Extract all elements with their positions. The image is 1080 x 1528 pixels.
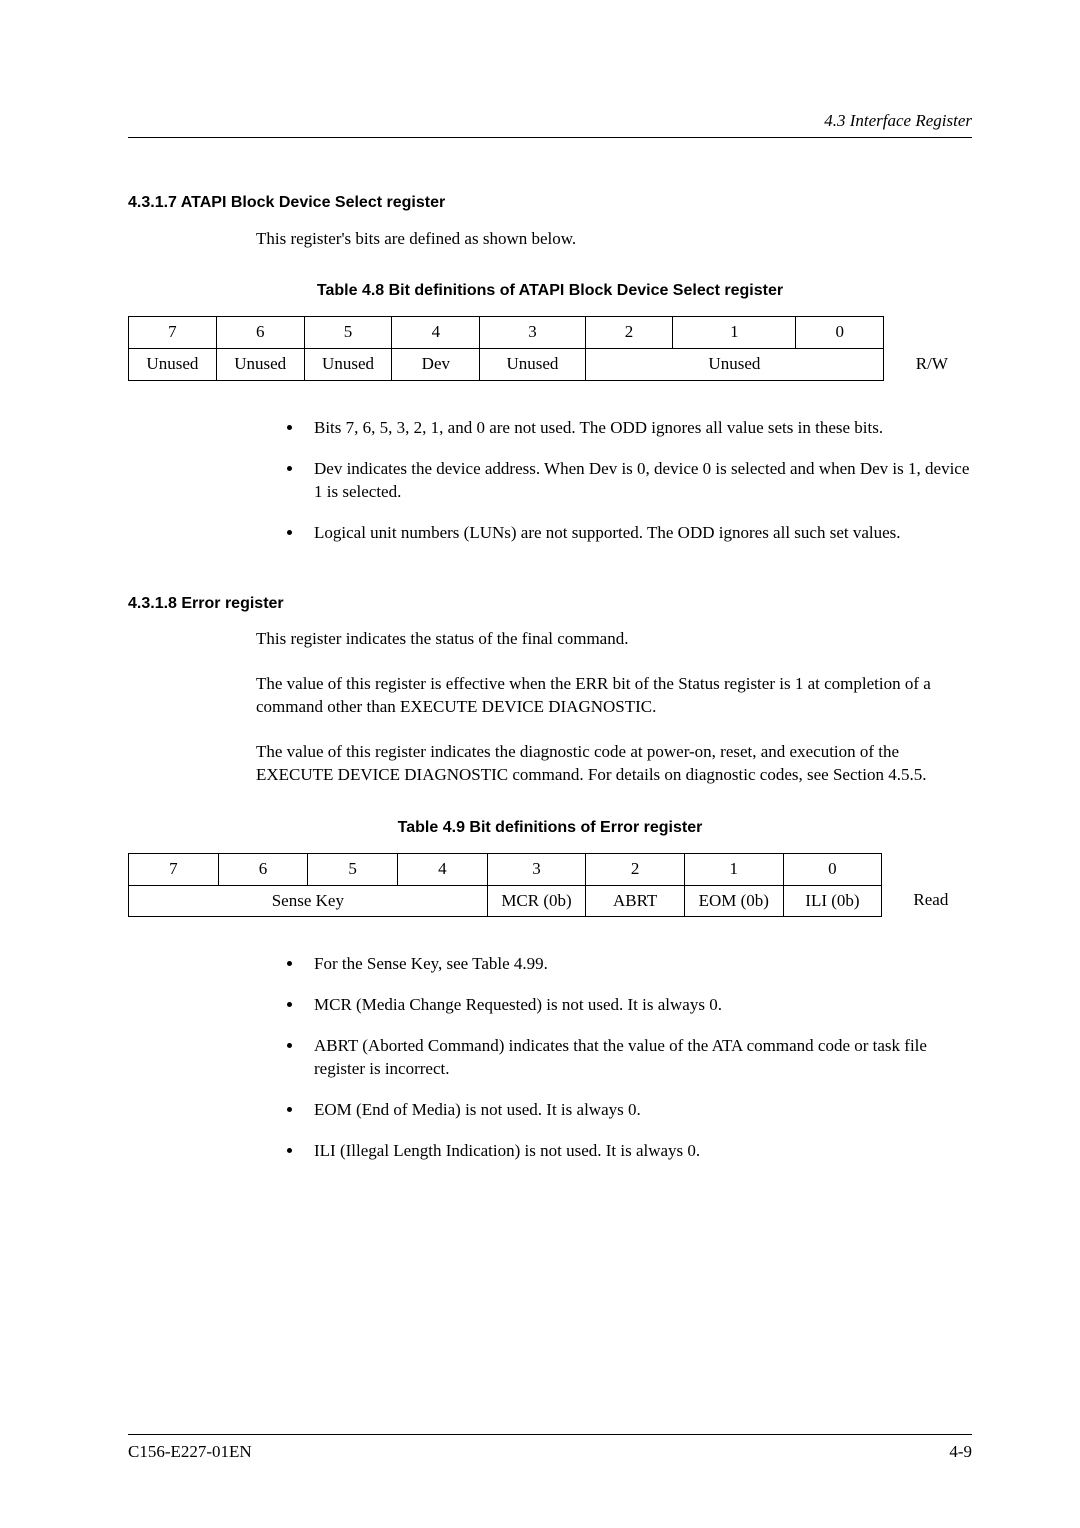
list-item: For the Sense Key, see Table 4.99. xyxy=(304,953,972,976)
list-item: Dev indicates the device address. When D… xyxy=(304,458,972,504)
cell: ABRT xyxy=(586,885,685,917)
bit-col: 3 xyxy=(487,853,586,885)
access-cell: Read xyxy=(882,885,972,917)
bit-col: 4 xyxy=(392,317,480,349)
bit-col: 5 xyxy=(308,853,398,885)
bit-col: 2 xyxy=(585,317,673,349)
section2-p3: The value of this register indicates the… xyxy=(256,741,972,787)
bit-col: 7 xyxy=(129,317,217,349)
list-item: ABRT (Aborted Command) indicates that th… xyxy=(304,1035,972,1081)
list-item: EOM (End of Media) is not used. It is al… xyxy=(304,1099,972,1122)
page-footer: C156-E227-01EN 4-9 xyxy=(128,1426,972,1464)
access-empty xyxy=(884,317,972,349)
bit-col: 1 xyxy=(673,317,796,349)
table-caption-4-8: Table 4.8 Bit definitions of ATAPI Block… xyxy=(128,280,972,302)
section1-bullets: Bits 7, 6, 5, 3, 2, 1, and 0 are not use… xyxy=(256,417,972,545)
bit-col: 3 xyxy=(480,317,585,349)
bit-col: 6 xyxy=(218,853,308,885)
table-row: Sense Key MCR (0b) ABRT EOM (0b) ILI (0b… xyxy=(129,885,972,917)
page: 4.3 Interface Register 4.3.1.7 ATAPI Blo… xyxy=(0,0,1080,1528)
section2-body: This register indicates the status of th… xyxy=(256,628,972,787)
cell: Unused xyxy=(585,349,884,381)
access-cell: R/W xyxy=(884,349,972,381)
table-4-8: 7 6 5 4 3 2 1 0 Unused Unused Unused Dev… xyxy=(128,316,972,381)
bit-col: 2 xyxy=(586,853,685,885)
cell: Unused xyxy=(216,349,304,381)
list-item: Bits 7, 6, 5, 3, 2, 1, and 0 are not use… xyxy=(304,417,972,440)
table-header-row: 7 6 5 4 3 2 1 0 xyxy=(129,853,972,885)
cell: Dev xyxy=(392,349,480,381)
table-4-9: 7 6 5 4 3 2 1 0 Sense Key MCR (0b) ABRT … xyxy=(128,853,972,918)
cell: EOM (0b) xyxy=(684,885,783,917)
section1-body: This register's bits are defined as show… xyxy=(256,228,972,251)
footer-rule xyxy=(128,1434,972,1435)
bit-col: 6 xyxy=(216,317,304,349)
cell: MCR (0b) xyxy=(487,885,586,917)
table-caption-4-9: Table 4.9 Bit definitions of Error regis… xyxy=(128,817,972,839)
cell: Unused xyxy=(304,349,392,381)
header-rule xyxy=(128,137,972,138)
cell: Unused xyxy=(480,349,585,381)
table-row: Unused Unused Unused Dev Unused Unused R… xyxy=(129,349,972,381)
section2-bullets: For the Sense Key, see Table 4.99. MCR (… xyxy=(256,953,972,1163)
access-empty xyxy=(882,853,972,885)
bit-col: 5 xyxy=(304,317,392,349)
bit-col: 4 xyxy=(398,853,488,885)
bit-col: 7 xyxy=(129,853,219,885)
section-heading-atapi: 4.3.1.7 ATAPI Block Device Select regist… xyxy=(128,192,972,214)
section2-p1: This register indicates the status of th… xyxy=(256,628,972,651)
table-header-row: 7 6 5 4 3 2 1 0 xyxy=(129,317,972,349)
page-number: 4-9 xyxy=(949,1441,972,1464)
running-header: 4.3 Interface Register xyxy=(128,110,972,133)
list-item: ILI (Illegal Length Indication) is not u… xyxy=(304,1140,972,1163)
section2-p2: The value of this register is effective … xyxy=(256,673,972,719)
section-heading-error: 4.3.1.8 Error register xyxy=(128,593,972,615)
cell: ILI (0b) xyxy=(783,885,882,917)
cell: Unused xyxy=(129,349,217,381)
list-item: MCR (Media Change Requested) is not used… xyxy=(304,994,972,1017)
section1-intro: This register's bits are defined as show… xyxy=(256,228,972,251)
list-item: Logical unit numbers (LUNs) are not supp… xyxy=(304,522,972,545)
bit-col: 0 xyxy=(783,853,882,885)
doc-id: C156-E227-01EN xyxy=(128,1441,252,1464)
bit-col: 0 xyxy=(796,317,884,349)
cell-sense-key: Sense Key xyxy=(129,885,488,917)
bit-col: 1 xyxy=(684,853,783,885)
